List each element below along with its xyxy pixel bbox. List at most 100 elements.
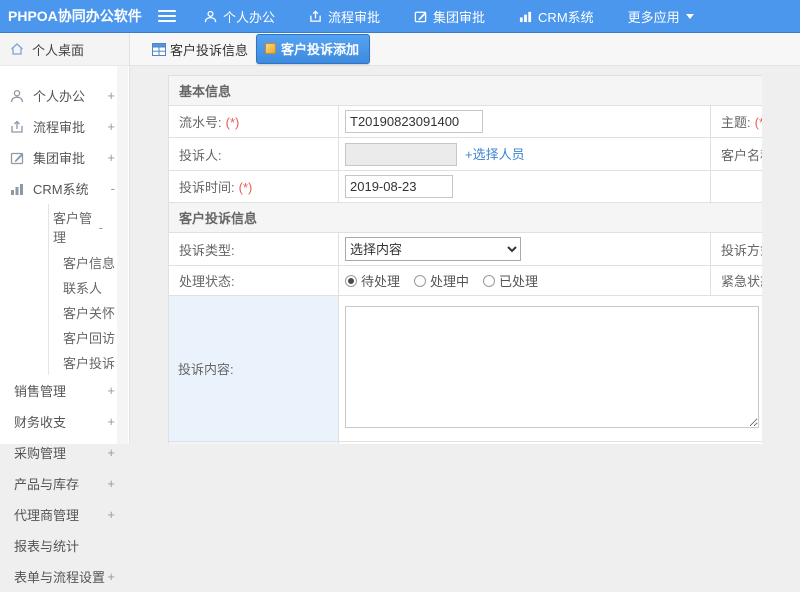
radio-icon — [483, 274, 496, 287]
complaint-type-select[interactable]: 选择内容 — [345, 237, 521, 261]
nav-personal-office[interactable]: 个人办公 — [204, 7, 275, 26]
radio-processed[interactable]: 已处理 — [483, 271, 538, 290]
empty-label-cell — [710, 170, 762, 203]
sidebar-scrollbar[interactable] — [117, 66, 128, 444]
field-label: 流水号: — [179, 115, 222, 130]
nav-label: 个人办公 — [223, 9, 276, 25]
radio-selected-icon — [345, 274, 357, 287]
nav-workflow-approval[interactable]: 流程审批 — [309, 7, 380, 26]
sidebar-item-products-inventory[interactable]: 产品与库存 + — [0, 468, 129, 499]
sidebar-item-agent-management[interactable]: 代理商管理 + — [0, 499, 129, 530]
radio-pending[interactable]: 待处理 — [345, 271, 400, 290]
section-complaint-info: 客户投诉信息 — [168, 202, 762, 233]
sidebar-item-label: 集团审批 — [33, 151, 86, 166]
table-icon — [152, 42, 166, 56]
sidebar-item-desktop[interactable]: 个人桌面 — [0, 33, 129, 66]
edit-icon — [414, 11, 427, 22]
sidebar-item-crm-system[interactable]: CRM系统 - — [0, 173, 129, 204]
user-icon — [204, 10, 217, 22]
select-person-link[interactable]: +选择人员 — [465, 147, 525, 162]
nav-label: CRM系统 — [538, 9, 594, 25]
radio-label: 已处理 — [499, 274, 539, 289]
nav-group-approval[interactable]: 集团审批 — [414, 7, 485, 26]
sidebar-item-label: 报表与统计 — [14, 539, 80, 554]
nav-crm-system[interactable]: CRM系统 — [519, 7, 594, 26]
sidebar-item-label: 采购管理 — [14, 446, 67, 461]
serial-label: 流水号: (*) — [168, 105, 339, 138]
sidebar-item-personal-office[interactable]: 个人办公 + — [0, 80, 129, 111]
sidebar-item-sales-management[interactable]: 销售管理 + — [0, 375, 129, 406]
sidebar-item-finance[interactable]: 财务收支 + — [0, 406, 129, 437]
sidebar-item-label: 个人办公 — [33, 89, 86, 104]
sidebar-item-label: CRM系统 — [33, 182, 89, 197]
expand-icon[interactable]: + — [107, 507, 115, 522]
handle-status-cell: 待处理 处理中 已处理 — [338, 265, 711, 296]
nav-label: 更多应用 — [627, 9, 680, 25]
complaint-content-textarea[interactable] — [345, 306, 759, 428]
expand-icon[interactable]: + — [107, 150, 115, 165]
caret-down-icon — [685, 13, 694, 19]
radio-label: 处理中 — [430, 274, 470, 289]
sidebar-item-label: 代理商管理 — [14, 508, 80, 523]
bar-chart-icon — [11, 183, 23, 195]
subject-label: 主题:(*) — [710, 105, 762, 138]
nav-label: 流程审批 — [328, 9, 381, 25]
radio-icon — [414, 274, 427, 287]
top-nav: 个人办公 流程审批 集团审批 CRM系统 更多应用 — [204, 7, 728, 26]
add-record-icon — [265, 43, 277, 54]
edit-icon — [10, 152, 24, 164]
customer-name-label: 客户名称:(*) — [710, 137, 762, 171]
sidebar-item-label: 财务收支 — [14, 415, 67, 430]
tab-label: 客户投诉添加 — [281, 42, 360, 57]
serial-input[interactable] — [345, 110, 483, 133]
sidebar-item-label: 销售管理 — [14, 384, 67, 399]
complainant-input[interactable] — [345, 142, 457, 166]
tab-complaint-list[interactable]: 客户投诉信息 — [152, 40, 248, 59]
workflow-icon — [11, 120, 23, 133]
collapse-icon[interactable]: - — [99, 220, 103, 235]
required-mark: (*) — [238, 180, 253, 195]
top-header: PHPOA协同办公软件 个人办公 流程审批 集团审批 CRM系统 更多应用 — [0, 0, 800, 33]
bar-chart-icon — [519, 11, 532, 22]
main-content: 客户投诉信息 客户投诉添加 基本信息 流水号:(*) 主题:(*) — [130, 33, 800, 444]
section-basic-info: 基本信息 — [168, 75, 762, 106]
radio-processing[interactable]: 处理中 — [414, 271, 469, 290]
home-icon — [11, 43, 23, 55]
expand-icon[interactable]: + — [107, 414, 115, 429]
nav-more-apps[interactable]: 更多应用 — [628, 7, 694, 26]
complaint-time-cell — [338, 170, 711, 203]
sidebar-item-reports-statistics[interactable]: 报表与统计 — [0, 530, 129, 561]
menu-toggle-icon[interactable] — [158, 7, 176, 25]
sidebar-menu: 个人办公 + 流程审批 + 集团审批 + CRM系统 - 客户管理 - 客户信息… — [0, 66, 129, 592]
sidebar-item-workflow-approval[interactable]: 流程审批 + — [0, 111, 129, 142]
expand-icon[interactable]: + — [107, 88, 115, 103]
complaint-method-label: 投诉方式: — [710, 232, 762, 266]
required-mark: (*) — [225, 115, 240, 130]
required-mark: (*) — [754, 115, 762, 130]
expand-icon[interactable]: + — [107, 119, 115, 134]
tab-complaint-add[interactable]: 客户投诉添加 — [256, 34, 371, 64]
handle-status-radiogroup: 待处理 处理中 已处理 — [345, 271, 704, 290]
complaint-time-input[interactable] — [345, 175, 453, 198]
app-logo: PHPOA协同办公软件 — [8, 8, 142, 24]
collapse-icon[interactable]: - — [111, 181, 115, 196]
complaint-content-cell — [337, 295, 762, 442]
expand-icon[interactable]: + — [107, 445, 115, 460]
sidebar-item-group-approval[interactable]: 集团审批 + — [0, 142, 129, 173]
tab-bar: 客户投诉信息 客户投诉添加 — [130, 33, 800, 66]
expand-icon[interactable]: + — [107, 383, 115, 398]
urgency-label: 紧急状态: — [710, 265, 762, 296]
expand-icon[interactable]: + — [107, 476, 115, 491]
tab-label: 客户投诉信息 — [170, 42, 249, 58]
expand-icon[interactable]: + — [107, 569, 115, 584]
field-label: 客户名称: — [721, 147, 762, 163]
sidebar-item-label: 产品与库存 — [14, 477, 80, 492]
user-icon — [10, 89, 24, 102]
workflow-icon — [310, 9, 321, 22]
serial-cell — [338, 105, 711, 138]
nav-label: 集团审批 — [433, 9, 486, 25]
sidebar-item-label: 表单与流程设置 — [14, 570, 106, 585]
sidebar-item-purchasing[interactable]: 采购管理 + — [0, 437, 129, 468]
complainant-cell: +选择人员 — [338, 137, 711, 171]
sidebar-item-form-workflow-settings[interactable]: 表单与流程设置 + — [0, 561, 129, 592]
